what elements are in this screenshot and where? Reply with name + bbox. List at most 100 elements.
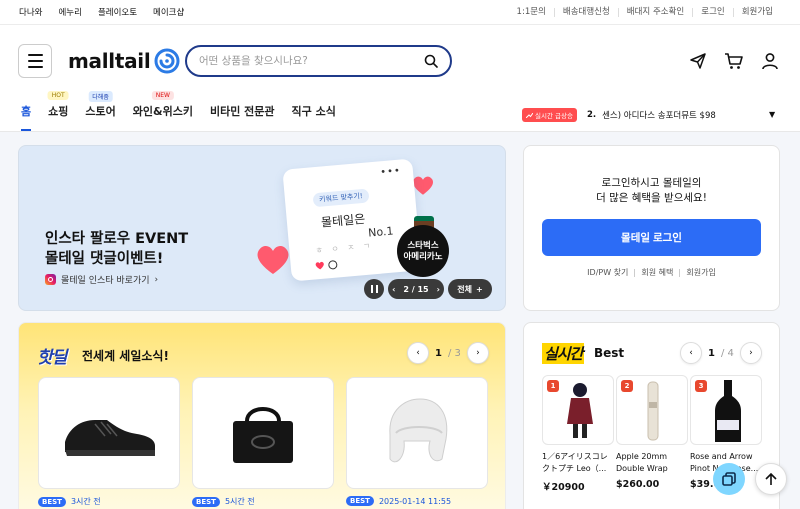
pause-button[interactable] <box>364 279 384 299</box>
prev-button[interactable]: ‹ <box>680 342 702 364</box>
more-icon: ••• <box>379 165 402 179</box>
hotdeal-meta: BEST 3시간 전 <box>38 496 101 507</box>
tab-store[interactable]: 다해줌 스토어 <box>85 91 116 131</box>
signup-link[interactable]: 회원가입 <box>732 7 781 17</box>
warehouse-address-link[interactable]: 배대지 주소확인 <box>617 7 692 17</box>
best-product-card[interactable]: 1 <box>542 375 614 445</box>
login-link[interactable]: 로그인 <box>692 7 732 17</box>
posted-time: 3시간 전 <box>70 497 101 506</box>
banner-title: 인스타 팔로우 EVENT 몰테일 댓글이벤트! <box>45 231 189 267</box>
join-link[interactable]: 회원가입 <box>679 269 721 277</box>
best-product-name[interactable]: 1／6アイリスコレクトプチ Leo（... <box>542 451 612 475</box>
new-badge: NEW <box>151 91 174 100</box>
member-benefits-link[interactable]: 회원 혜택 <box>634 269 679 277</box>
send-icon[interactable] <box>688 51 708 71</box>
site-logo[interactable]: malltail <box>68 48 180 74</box>
store-badge: 다해줌 <box>88 91 113 102</box>
event-banner[interactable]: 인스타 팔로우 EVENT 몰테일 댓글이벤트! 몰테일 인스타 바로가기 › … <box>18 145 506 311</box>
like-heart-icon <box>315 261 324 270</box>
scroll-to-top-button[interactable] <box>755 463 787 495</box>
search-icon[interactable] <box>424 54 438 68</box>
search-input[interactable] <box>199 55 424 67</box>
hotdeal-meta: BEST 2025-01-14 11:55 <box>346 496 451 506</box>
login-panel: 로그인하시고 몰테일의 더 많은 혜택을 받으세요! 몰테일 로그인 ID/PW… <box>523 145 780 311</box>
tab-vitamin[interactable]: 비타민 전문관 <box>210 103 275 131</box>
posted-time: 5시간 전 <box>224 497 255 506</box>
partner-links: 다나와 에누리 플레이오토 메이크샵 <box>19 6 184 18</box>
realtime-logo: 실시간 <box>542 343 585 364</box>
partner-link-enuri[interactable]: 에누리 <box>58 6 81 18</box>
hotdeal-product-card[interactable] <box>192 377 334 489</box>
next-banner-button[interactable]: › <box>437 285 440 294</box>
tab-news[interactable]: 직구 소식 <box>292 103 336 131</box>
site-header: malltail <box>0 25 800 95</box>
hotdeal-pager: ‹ 1 / 3 › <box>407 342 489 364</box>
trapper-hat-icon <box>389 398 448 463</box>
rank-badge: 3 <box>695 380 707 392</box>
card-message: 몰테일은 <box>320 211 366 230</box>
partner-link-makeshop[interactable]: 메이크샵 <box>153 6 184 18</box>
next-button[interactable]: › <box>739 342 762 364</box>
find-id-pw-link[interactable]: ID/PW 찾기 <box>581 269 634 277</box>
tab-wine-whisky[interactable]: NEW 와인&위스키 <box>133 91 193 131</box>
floating-copy-button[interactable] <box>713 463 745 495</box>
best-pager: ‹ 1 / 4 › <box>680 342 762 364</box>
hotdeal-section: 핫딜 전세계 세일소식! ‹ 1 / 3 › BEST 3시간 전 BEST 5… <box>18 322 506 509</box>
partner-link-danawa[interactable]: 다나와 <box>19 6 42 18</box>
next-button[interactable]: › <box>466 342 489 364</box>
tote-bag-icon <box>233 407 293 463</box>
heart-icon <box>257 245 289 274</box>
best-title: Best <box>594 346 625 360</box>
watch-band-icon <box>647 381 659 441</box>
comment-icon <box>328 260 338 270</box>
realtime-ticker[interactable]: 실시간 급상승 2. 센스) 아디다스 송포더뮤트 $98 <box>522 108 716 122</box>
hotdeal-product-card[interactable] <box>38 377 180 489</box>
caret-down-icon[interactable]: ▼ <box>769 110 775 119</box>
chevron-right-icon: › <box>154 274 159 285</box>
hamburger-menu-button[interactable] <box>18 44 52 78</box>
view-all-banners-button[interactable]: 전체 + <box>448 279 492 299</box>
realtime-label: 실시간 급상승 <box>522 108 577 122</box>
plus-icon: + <box>476 284 483 294</box>
cart-icon[interactable] <box>724 51 744 71</box>
card-hint: ㅎ ㅇ ㅈ ㄱ <box>315 241 374 256</box>
best-product-price: $260.00 <box>616 479 660 490</box>
best-product-card[interactable]: 3 <box>690 375 762 445</box>
pause-icon <box>370 285 378 293</box>
utility-bar: 다나와 에누리 플레이오토 메이크샵 1:1문의 배송대행신청 배대지 주소확인… <box>0 0 800 25</box>
hot-badge: HOT <box>47 91 69 100</box>
hotdeal-meta: BEST 5시간 전 <box>192 496 255 507</box>
copy-icon <box>722 472 736 486</box>
best-badge: BEST <box>192 496 220 507</box>
best-badge: BEST <box>38 496 66 507</box>
partner-link-playauto[interactable]: 플레이오토 <box>98 6 137 18</box>
starbucks-badge: 스타벅스 아메리카노 <box>397 225 449 277</box>
realtime-rank: 2. <box>586 110 597 120</box>
sneaker-icon <box>65 420 155 456</box>
login-button[interactable]: 몰테일 로그인 <box>542 219 761 256</box>
tab-home[interactable]: 홈 <box>21 103 32 131</box>
posted-time: 2025-01-14 11:55 <box>378 496 452 506</box>
hotdeal-product-card[interactable] <box>346 377 488 489</box>
search-bar <box>185 45 452 77</box>
shipping-request-link[interactable]: 배송대행신청 <box>553 7 618 17</box>
prev-banner-button[interactable]: ‹ <box>392 285 395 294</box>
rank-badge: 1 <box>547 380 559 392</box>
account-links: 1:1문의 배송대행신청 배대지 주소확인 로그인 회원가입 <box>509 7 781 17</box>
inquiry-link[interactable]: 1:1문의 <box>509 7 554 17</box>
hotdeal-logo: 핫딜 <box>37 348 67 368</box>
wine-bottle-icon <box>715 380 741 442</box>
instagram-link[interactable]: 몰테일 인스타 바로가기 › <box>45 273 158 286</box>
figure-icon <box>567 383 593 438</box>
keyword-tag: 키워드 맞추기! <box>312 188 370 208</box>
best-product-card[interactable]: 2 <box>616 375 688 445</box>
best-product-name[interactable]: Apple 20mm Double Wrap Tour Br... <box>616 451 686 475</box>
user-icon[interactable] <box>760 51 780 71</box>
login-message: 로그인하시고 몰테일의 더 많은 혜택을 받으세요! <box>596 177 707 204</box>
login-links: ID/PW 찾기 회원 혜택 회원가입 <box>524 269 779 277</box>
hamburger-icon <box>27 54 43 56</box>
rank-badge: 2 <box>621 380 633 392</box>
hotdeal-title: 전세계 세일소식! <box>82 349 169 363</box>
prev-button[interactable]: ‹ <box>407 342 429 364</box>
tab-shopping[interactable]: HOT 쇼핑 <box>47 91 69 131</box>
